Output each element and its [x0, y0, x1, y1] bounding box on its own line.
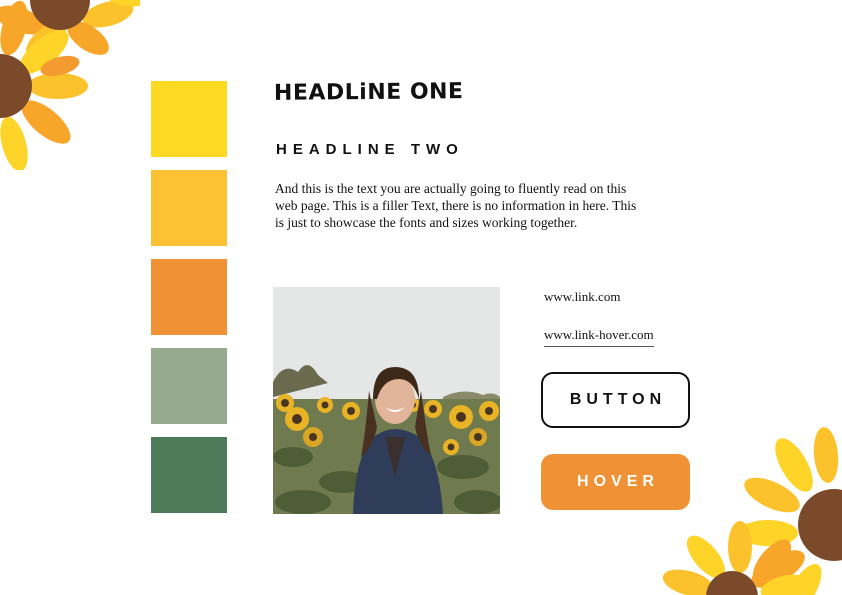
- color-swatch-yellow: [151, 81, 227, 157]
- button-default-label: BUTTON: [569, 391, 667, 408]
- sunflower-decoration-bottom-right: [662, 427, 842, 595]
- link-hover[interactable]: www.link-hover.com: [544, 327, 654, 347]
- color-swatch-orange: [151, 259, 227, 335]
- sunflower-icon: [662, 427, 842, 595]
- body-paragraph: And this is the text you are actually go…: [275, 181, 637, 230]
- headline-two: HEADLINE TWO: [276, 141, 464, 158]
- color-swatch-green: [151, 437, 227, 513]
- sunflower-decoration-top-left: [0, 0, 140, 170]
- sunflower-field-photo: [273, 287, 500, 514]
- link-default[interactable]: www.link.com: [544, 289, 620, 305]
- color-swatch-sage: [151, 348, 227, 424]
- button-default[interactable]: BUTTON: [541, 372, 690, 428]
- button-hover-label: HOVER: [577, 473, 659, 490]
- headline-one: HEADLiNE ONE: [273, 79, 464, 106]
- color-swatch-golden: [151, 170, 227, 246]
- sunflower-icon: [0, 0, 140, 170]
